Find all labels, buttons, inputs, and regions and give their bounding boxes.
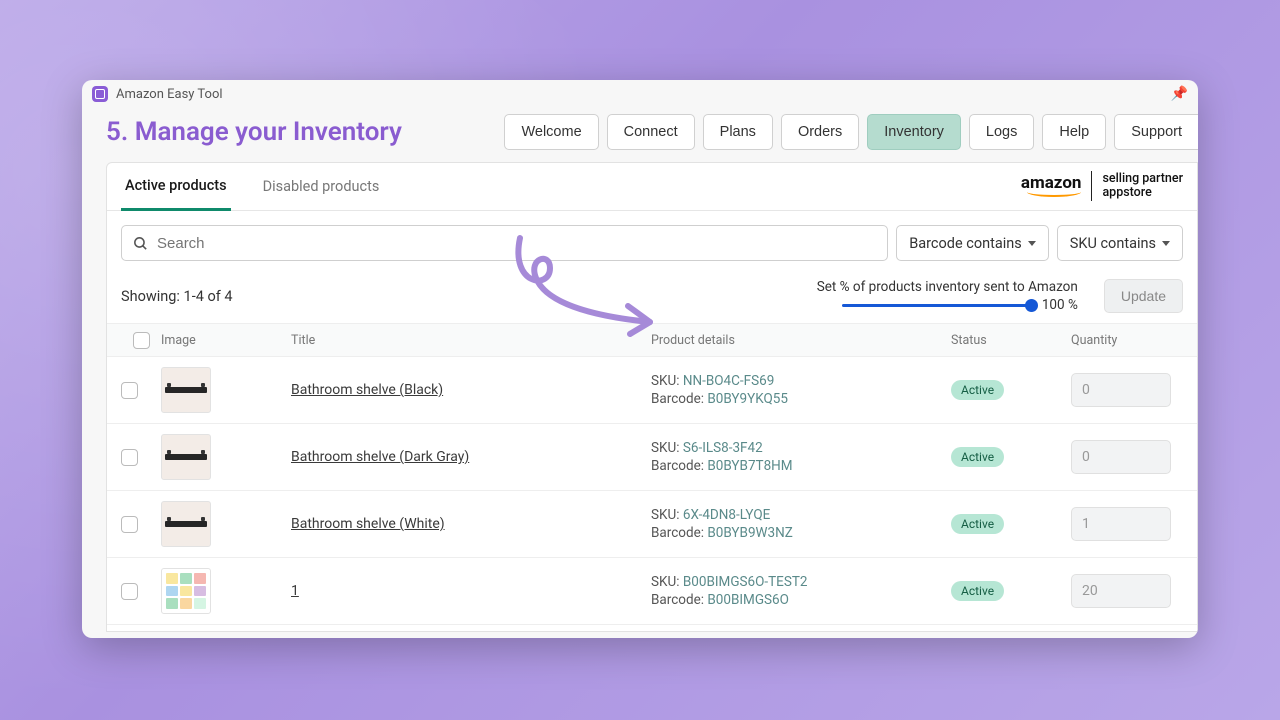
row-checkbox[interactable] [121, 382, 138, 399]
sync-slider[interactable] [842, 304, 1032, 307]
product-title-link[interactable]: Bathroom shelve (Dark Gray) [291, 449, 469, 465]
product-details: SKU: S6-ILS8-3F42Barcode: B0BYB7T8HM [651, 439, 951, 475]
table-body: Bathroom shelve (Black) SKU: NN-BO4C-FS69… [107, 357, 1197, 625]
tabs: Active products Disabled products amazon… [107, 163, 1197, 211]
main-panel: Active products Disabled products amazon… [106, 162, 1198, 632]
slider-knob[interactable] [1025, 299, 1038, 312]
nav-welcome[interactable]: Welcome [504, 114, 598, 150]
pin-icon[interactable]: 📌 [1171, 86, 1188, 102]
status-badge: Active [951, 581, 1004, 601]
chevron-down-icon [1162, 241, 1170, 246]
quantity-input[interactable]: 1 [1071, 507, 1171, 541]
col-quantity: Quantity [1071, 333, 1198, 348]
row-checkbox[interactable] [121, 583, 138, 600]
quantity-input[interactable]: 20 [1071, 574, 1171, 608]
nav-help[interactable]: Help [1042, 114, 1106, 150]
status-badge: Active [951, 447, 1004, 467]
showing-text: Showing: 1-4 of 4 [121, 288, 233, 305]
product-title-link[interactable]: Bathroom shelve (White) [291, 516, 445, 532]
table-row: Bathroom shelve (Black) SKU: NN-BO4C-FS69… [107, 357, 1197, 424]
table-header: Image Title Product details Status Quant… [107, 323, 1197, 357]
title-bar: Amazon Easy Tool 📌 [82, 80, 1198, 108]
nav-bar: WelcomeConnectPlansOrdersInventoryLogsHe… [504, 114, 1198, 150]
amazon-logo: amazon [1021, 173, 1082, 199]
app-window: Amazon Easy Tool 📌 5. Manage your Invent… [82, 80, 1198, 638]
col-details: Product details [651, 333, 951, 348]
table-row: 1 SKU: B00BIMGS6O-TEST2Barcode: B00BIMGS6… [107, 558, 1197, 625]
product-thumbnail [161, 568, 211, 614]
app-name: Amazon Easy Tool [116, 87, 223, 102]
tab-disabled-products[interactable]: Disabled products [259, 163, 384, 211]
search-icon [132, 235, 149, 252]
product-thumbnail [161, 367, 211, 413]
table-row: Bathroom shelve (Dark Gray) SKU: S6-ILS8-… [107, 424, 1197, 491]
sync-label: Set % of products inventory sent to Amaz… [817, 279, 1078, 295]
quantity-input[interactable]: 0 [1071, 440, 1171, 474]
product-title-link[interactable]: 1 [291, 583, 299, 599]
status-badge: Active [951, 380, 1004, 400]
product-details: SKU: 6X-4DN8-LYQEBarcode: B0BYB9W3NZ [651, 506, 951, 542]
tab-active-products[interactable]: Active products [121, 163, 231, 211]
col-status: Status [951, 333, 1071, 348]
row-checkbox[interactable] [121, 516, 138, 533]
chevron-down-icon [1028, 241, 1036, 246]
sku-filter[interactable]: SKU contains [1057, 225, 1183, 261]
amazon-badge-text: selling partner appstore [1102, 172, 1183, 201]
row-checkbox[interactable] [121, 449, 138, 466]
nav-inventory[interactable]: Inventory [867, 114, 961, 150]
nav-orders[interactable]: Orders [781, 114, 859, 150]
nav-logs[interactable]: Logs [969, 114, 1034, 150]
amazon-appstore-badge: amazon selling partner appstore [1021, 171, 1183, 201]
table-row: Bathroom shelve (White) SKU: 6X-4DN8-LYQE… [107, 491, 1197, 558]
col-image: Image [161, 333, 291, 348]
nav-connect[interactable]: Connect [607, 114, 695, 150]
app-icon [92, 86, 108, 102]
product-thumbnail [161, 434, 211, 480]
quantity-input[interactable]: 0 [1071, 373, 1171, 407]
sync-percent: 100 % [1042, 297, 1078, 313]
product-title-link[interactable]: Bathroom shelve (Black) [291, 382, 443, 398]
update-button[interactable]: Update [1104, 279, 1183, 313]
nav-support[interactable]: Support [1114, 114, 1198, 150]
barcode-filter[interactable]: Barcode contains [896, 225, 1049, 261]
product-details: SKU: NN-BO4C-FS69Barcode: B0BY9YKQ55 [651, 372, 951, 408]
search-box[interactable] [121, 225, 888, 261]
nav-plans[interactable]: Plans [703, 114, 773, 150]
page-title: 5. Manage your Inventory [106, 117, 402, 147]
col-title: Title [291, 333, 651, 348]
select-all-checkbox[interactable] [133, 332, 150, 349]
product-details: SKU: B00BIMGS6O-TEST2Barcode: B00BIMGS6O [651, 573, 951, 609]
product-thumbnail [161, 501, 211, 547]
search-input[interactable] [157, 235, 877, 252]
status-badge: Active [951, 514, 1004, 534]
